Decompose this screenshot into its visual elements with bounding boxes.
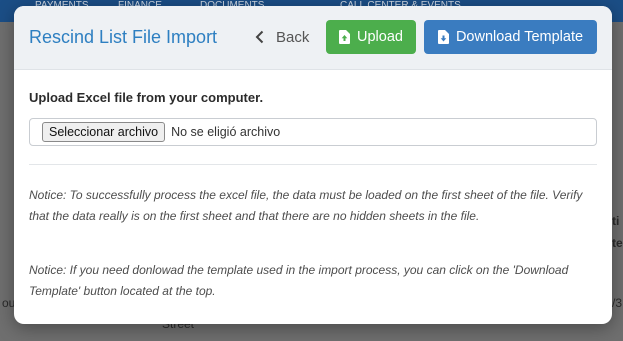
file-input[interactable]: Seleccionar archivo No se eligió archivo [29, 118, 597, 146]
background-text-fragment: /3 [612, 296, 623, 310]
upload-button[interactable]: Upload [326, 20, 416, 54]
upload-button-label: Upload [357, 29, 403, 45]
download-template-label: Download Template [455, 29, 584, 45]
divider [29, 164, 597, 165]
modal-title: Rescind List File Import [29, 27, 218, 47]
modal-header: Rescind List File Import Back Upload Dow… [14, 6, 612, 70]
background-text-fragment: te [612, 236, 623, 250]
download-template-button[interactable]: Download Template [424, 20, 597, 54]
background-text-fragment: ti [612, 214, 620, 228]
back-button[interactable]: Back [252, 26, 309, 48]
file-download-icon [437, 30, 449, 44]
choose-file-button[interactable]: Seleccionar archivo [42, 122, 166, 142]
file-upload-icon [339, 30, 351, 44]
upload-instruction: Upload Excel file from your computer. [29, 90, 264, 105]
file-status-text: No se eligió archivo [171, 125, 281, 139]
chevron-left-icon [255, 30, 264, 44]
notice-template: Notice: If you need donlowad the templat… [29, 263, 569, 298]
notice-sheet: Notice: To successfully process the exce… [29, 188, 583, 223]
back-button-label: Back [276, 28, 310, 46]
import-modal: Rescind List File Import Back Upload Dow… [14, 6, 612, 324]
